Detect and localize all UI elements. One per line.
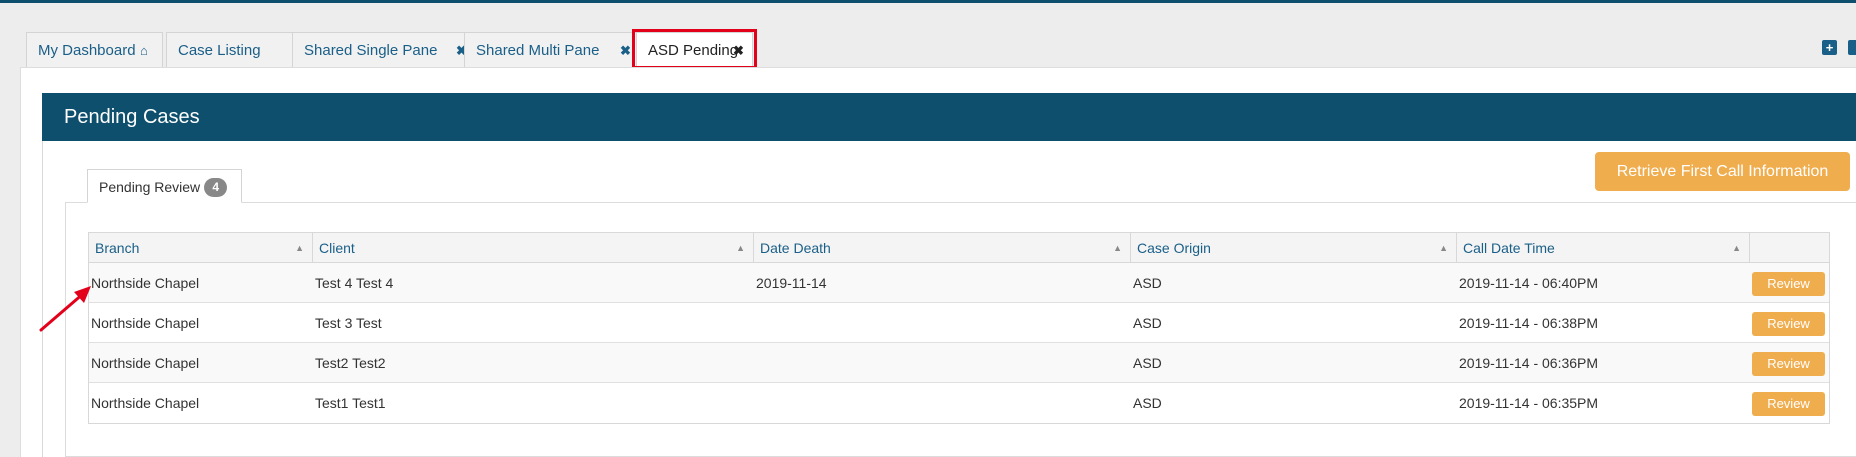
tab-label: Case Listing <box>178 42 261 59</box>
sort-icon: ▲ <box>736 243 745 253</box>
cell-call-date-time: 2019-11-14 - 06:36PM <box>1459 355 1599 371</box>
retrieve-first-call-button[interactable]: Retrieve First Call Information <box>1595 152 1850 191</box>
cell-client: Test 4 Test 4 <box>315 275 394 291</box>
sort-icon: ▲ <box>1439 243 1448 253</box>
cell-client: Test1 Test1 <box>315 395 386 411</box>
cell-date-death: 2019-11-14 <box>756 275 827 291</box>
review-button[interactable]: Review <box>1752 312 1825 336</box>
cell-date-death <box>754 343 756 383</box>
cell-client: Test2 Test2 <box>315 355 386 371</box>
cell-branch: Northside Chapel <box>91 315 200 331</box>
tab-label: Shared Single Pane <box>304 42 438 59</box>
tab-label: Shared Multi Pane <box>476 42 600 59</box>
cell-branch: Northside Chapel <box>91 355 200 371</box>
cell-case-origin: ASD <box>1133 355 1162 371</box>
tab-my-dashboard[interactable]: My Dashboard ⌂ <box>26 32 163 68</box>
table-header: Branch ▲ Client ▲ Date Death ▲ Case Origin ▲… <box>89 233 1829 263</box>
pending-cases-table: Branch ▲ Client ▲ Date Death ▲ Case Origin ▲… <box>88 232 1830 424</box>
count-badge: 4 <box>204 178 228 197</box>
column-header-date-death[interactable]: Date Death ▲ <box>754 233 1131 263</box>
table-row[interactable]: Northside Chapel Test1 Test1 ASD 2019-11… <box>89 383 1829 423</box>
annotation-arrow-icon <box>39 286 91 332</box>
sort-icon: ▲ <box>1732 243 1741 253</box>
table-row[interactable]: Northside Chapel Test 3 Test ASD 2019-11… <box>89 303 1829 343</box>
column-header-case-origin[interactable]: Case Origin ▲ <box>1131 233 1457 263</box>
cell-branch: Northside Chapel <box>91 395 200 411</box>
cell-case-origin: ASD <box>1133 315 1162 331</box>
cell-call-date-time: 2019-11-14 - 06:35PM <box>1459 395 1599 411</box>
top-accent-bar <box>0 0 1856 3</box>
sort-icon: ▲ <box>295 243 304 253</box>
tab-label: Pending Review <box>99 179 201 195</box>
panel-title: Pending Cases <box>64 106 200 128</box>
table-row[interactable]: Northside Chapel Test2 Test2 ASD 2019-11… <box>89 343 1829 383</box>
tab-shared-single-pane[interactable]: Shared Single Pane ✖ <box>292 32 478 68</box>
review-button[interactable]: Review <box>1752 352 1825 376</box>
review-button[interactable]: Review <box>1752 392 1825 416</box>
review-button[interactable]: Review <box>1752 272 1825 296</box>
column-header-client[interactable]: Client ▲ <box>313 233 754 263</box>
tab-shared-multi-pane[interactable]: Shared Multi Pane ✖ <box>464 32 642 68</box>
edit-icon[interactable] <box>1848 40 1856 55</box>
home-icon: ⌂ <box>140 43 148 58</box>
cell-branch: Northside Chapel <box>91 275 200 291</box>
column-header-branch[interactable]: Branch ▲ <box>89 233 313 263</box>
table-row[interactable]: Northside Chapel Test 4 Test 4 2019-11-1… <box>89 263 1829 303</box>
highlight-box <box>632 29 757 69</box>
sort-icon: ▲ <box>1113 243 1122 253</box>
close-icon[interactable]: ✖ <box>620 33 631 69</box>
cell-date-death <box>754 303 756 343</box>
tab-label: My Dashboard <box>38 42 136 59</box>
panel-header: Pending Cases <box>42 93 1856 141</box>
plus-square-icon[interactable]: + <box>1822 40 1837 55</box>
cell-call-date-time: 2019-11-14 - 06:38PM <box>1459 315 1599 331</box>
tab-pending-review[interactable]: Pending Review 4 <box>87 169 242 203</box>
cell-case-origin: ASD <box>1133 275 1162 291</box>
cell-date-death <box>754 383 756 423</box>
column-header-call-date-time[interactable]: Call Date Time ▲ <box>1457 233 1750 263</box>
cell-call-date-time: 2019-11-14 - 06:40PM <box>1459 275 1599 291</box>
cell-case-origin: ASD <box>1133 395 1162 411</box>
cell-client: Test 3 Test <box>315 315 382 331</box>
